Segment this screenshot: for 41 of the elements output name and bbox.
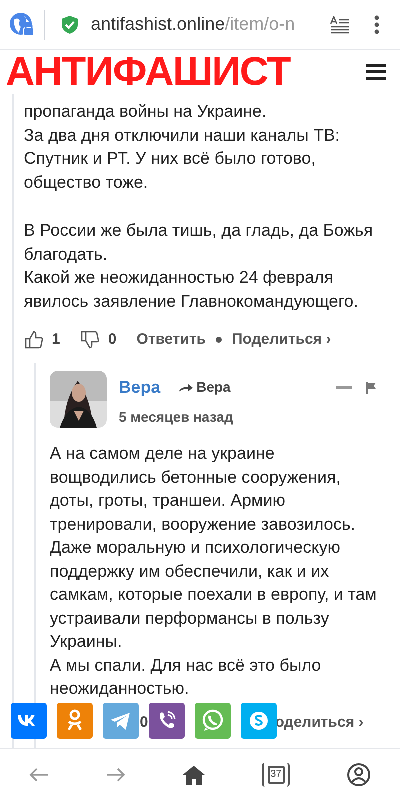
dislike-button[interactable]: 0 (80, 328, 117, 352)
account-icon[interactable] (347, 762, 372, 786)
share-vk-button[interactable] (11, 703, 47, 739)
dislike-count: 0 (140, 713, 148, 734)
ok-logo-icon (68, 710, 82, 732)
tabs-button[interactable]: 37 (262, 762, 290, 786)
comment-text: пропаганда войны на Украине. За два дня отключили наши каналы ТВ: Спутник и РТ. У них всё было готово, общество тоже. (24, 101, 342, 194)
chat-phone-icon (202, 710, 224, 731)
back-arrow-icon[interactable] (28, 766, 49, 782)
phone-icon (160, 711, 176, 728)
comment-time: 5 месяцев назад (119, 408, 234, 427)
reply-link[interactable]: Ответить (136, 328, 206, 352)
comment-text: А на самом деле на украине вощводились бетонные сооружения, доты, гроты, траншеи. Армию тренировали, вооружение завозилось. Даже моральную и психологическую поддержку им обеспечили, как и их самкам, которые поехали в европу, и там устраивали перформансы в пользу Украины. А мы спали. Для нас всё это было неожиданностью. (50, 443, 378, 700)
share-link[interactable]: оделиться › (275, 712, 364, 735)
thumbs-down-icon (80, 330, 100, 350)
author-name[interactable]: Вера (119, 375, 161, 400)
shield-check-icon (61, 14, 79, 34)
share-skype-button[interactable] (241, 703, 277, 739)
vk-logo-icon (18, 715, 35, 726)
address-field[interactable]: antifashist.online/item/o-n (91, 11, 318, 38)
collapse-icon[interactable] (336, 386, 352, 390)
globe-lock-icon[interactable] (8, 10, 36, 38)
share-viber-button[interactable] (149, 703, 185, 739)
reply-arrow-icon (178, 382, 193, 393)
share-whatsapp-button[interactable] (195, 703, 231, 739)
paper-plane-icon (111, 713, 130, 730)
thumbs-up-icon (24, 330, 44, 350)
forward-arrow-icon[interactable] (106, 766, 126, 782)
like-button[interactable]: 1 (24, 328, 60, 352)
share-telegram-button[interactable] (103, 703, 139, 739)
more-icon[interactable] (374, 14, 380, 34)
site-logo[interactable]: АНТИФАШИСТ (6, 52, 290, 92)
home-icon[interactable] (182, 764, 205, 784)
reply-to-name[interactable]: Вера (196, 377, 231, 398)
reader-mode-icon[interactable] (330, 16, 350, 34)
comment-text: В России же была тишь, да гладь, да Божья благодать. Какой же неожиданностью 24 февраля явилось заявление Главнокомандующего. (24, 220, 374, 312)
s-logo-icon (250, 712, 268, 730)
menu-icon[interactable] (366, 64, 386, 80)
share-ok-button[interactable] (57, 703, 93, 739)
share-link[interactable]: Поделиться › (232, 328, 332, 352)
flag-icon[interactable] (366, 382, 376, 394)
